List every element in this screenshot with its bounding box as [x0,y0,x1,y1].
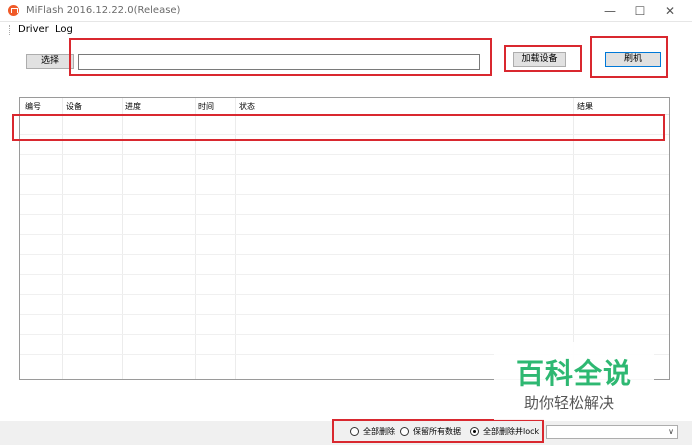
row-divider [20,254,669,255]
radio-indicator[interactable] [350,427,359,436]
row-divider [20,294,669,295]
row-divider [20,214,669,215]
radio-indicator[interactable] [400,427,409,436]
miflash-app-icon [8,5,19,16]
menu-item-driver[interactable]: Driver [18,24,49,35]
column-divider [573,98,574,379]
column-divider [62,98,63,379]
script-combo-box[interactable]: ∨ [546,425,678,439]
close-button[interactable]: ✕ [656,3,684,19]
grid-header: 编号 设备 进度 时间 状态 结果 [20,98,669,115]
window-title: MiFlash 2016.12.22.0(Release) [26,5,181,16]
radio-label: 全部删除并lock [483,427,540,436]
menu-bar: Driver Log [0,22,692,37]
row-divider [20,174,669,175]
flash-button[interactable]: 刷机 [605,52,661,67]
column-header-status[interactable]: 状态 [239,101,255,112]
rom-path-input[interactable] [78,54,480,70]
column-header-result[interactable]: 结果 [577,101,593,112]
radio-indicator[interactable] [470,427,479,436]
menu-grip [9,25,11,35]
device-grid[interactable]: 编号 设备 进度 时间 状态 结果 [19,97,670,380]
watermark-title: 百科全说 [516,357,633,390]
row-divider [20,194,669,195]
column-header-id[interactable]: 编号 [25,101,41,112]
row-divider [20,234,669,235]
chevron-down-icon[interactable]: ∨ [668,426,674,438]
row-divider [20,334,669,335]
radio-label: 全部删除 [363,427,395,436]
radio-clean-all[interactable]: 全部删除 [350,425,400,439]
maximize-button[interactable]: ☐ [626,3,654,19]
column-header-progress[interactable]: 进度 [125,101,141,112]
column-divider [235,98,236,379]
row-divider [20,154,669,155]
select-button[interactable]: 选择 [26,54,74,69]
column-divider [122,98,123,379]
title-bar: MiFlash 2016.12.22.0(Release) — ☐ ✕ [0,0,692,22]
load-device-button[interactable]: 加载设备 [513,52,566,67]
menu-item-log[interactable]: Log [55,24,73,35]
radio-clean-all-and-lock[interactable]: 全部删除并lock [470,425,540,439]
column-header-device[interactable]: 设备 [66,101,82,112]
row-divider [20,314,669,315]
radio-label: 保留所有数据 [413,427,461,436]
radio-save-user-data[interactable]: 保留所有数据 [400,425,466,439]
watermark-subtitle: 助你轻松解决 [524,394,615,412]
row-divider [20,274,669,275]
watermark: 百科全说 助你轻松解决 [494,342,654,420]
column-header-time[interactable]: 时间 [198,101,214,112]
row-divider [20,134,669,135]
column-divider [195,98,196,379]
minimize-button[interactable]: — [596,3,624,19]
